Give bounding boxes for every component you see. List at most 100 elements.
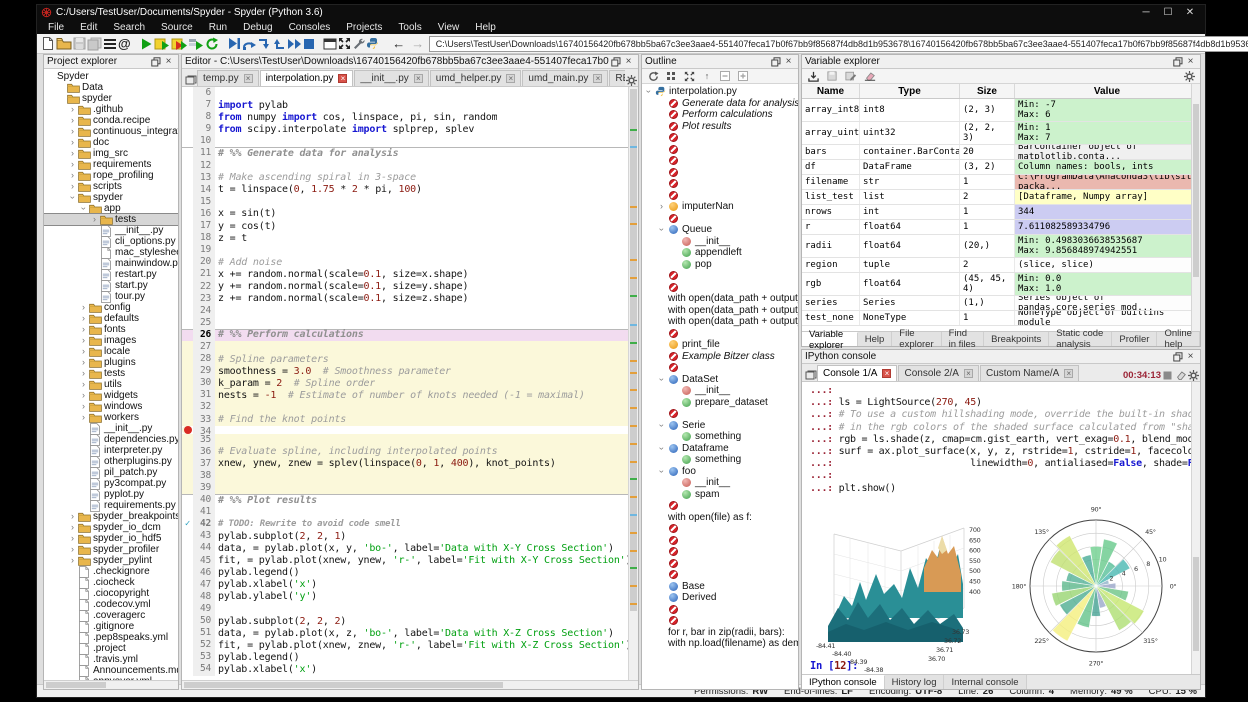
forward-icon[interactable]: →	[410, 36, 426, 51]
fullscreen-icon[interactable]	[682, 70, 696, 82]
outline-item-with-open-data-path-output-file-n[interactable]: with open(data_path + output_file_n...	[642, 316, 798, 328]
code-line[interactable]: 35	[182, 434, 638, 446]
save-data-icon[interactable]	[825, 70, 839, 82]
code-line[interactable]: 38	[182, 470, 638, 482]
outline-item-something[interactable]: something	[642, 431, 798, 443]
outline-item-cell[interactable]	[642, 362, 798, 374]
tree-item-plugins[interactable]: ›plugins	[44, 357, 178, 368]
interrupt-kernel-icon[interactable]	[1161, 369, 1174, 381]
code-line[interactable]: 44data, = pylab.plot(x, y, 'bo-', label=…	[182, 542, 638, 554]
outline-item-spam[interactable]: spam	[642, 489, 798, 501]
editor-tab-umd-helper-py[interactable]: umd_helper.py×	[430, 70, 522, 86]
undock-icon[interactable]	[769, 56, 782, 68]
tree-item-spyder-io-hdf5[interactable]: ›spyder_io_hdf5	[44, 533, 178, 544]
tree-item-rope-profiling[interactable]: ›rope_profiling	[44, 170, 178, 181]
expand-all-icon[interactable]	[736, 70, 750, 82]
tree-item-gitignore[interactable]: .gitignore	[44, 621, 178, 632]
outline-item-dataset[interactable]: ›DataSet	[642, 374, 798, 386]
expander-icon[interactable]: ›	[79, 314, 88, 323]
console-scrollbar[interactable]	[1191, 382, 1200, 674]
close-tab-icon[interactable]: ×	[506, 74, 515, 83]
code-line[interactable]: 49	[182, 603, 638, 615]
expander-icon[interactable]: ›	[68, 556, 77, 565]
outline-item-with-open-data-path-output-file-n[interactable]: with open(data_path + output_file_n...	[642, 293, 798, 305]
expander-icon[interactable]: ›	[68, 534, 77, 543]
expander-icon[interactable]: ›	[68, 545, 77, 554]
step-over-button[interactable]	[242, 35, 256, 53]
code-line[interactable]: 50pylab.subplot(2, 2, 2)	[182, 615, 638, 627]
run-cell-button[interactable]	[154, 35, 170, 53]
column-header-value[interactable]: Value	[1015, 84, 1200, 98]
minimize-icon[interactable]: ─	[1135, 6, 1157, 19]
import-data-icon[interactable]	[806, 70, 820, 82]
maximize-icon[interactable]: ☐	[1157, 6, 1179, 19]
expander-icon[interactable]: ›	[657, 467, 666, 476]
open-file-button[interactable]	[56, 35, 72, 53]
outline-item-cell[interactable]	[642, 213, 798, 225]
outline-item-init[interactable]: __init__	[642, 477, 798, 489]
editor-options-gear-icon[interactable]	[625, 74, 638, 86]
console-tab-console-1-a[interactable]: Console 1/A×	[817, 365, 897, 381]
pane-tab-file-explorer[interactable]: File explorer	[892, 332, 941, 346]
tree-item-start-py[interactable]: start.py	[44, 280, 178, 291]
code-line[interactable]: 28# Spline parameters	[182, 353, 638, 365]
outline-item-pop[interactable]: pop	[642, 259, 798, 271]
tree-item-init-py[interactable]: __init__.py	[44, 423, 178, 434]
code-line[interactable]: 31nests = -1 # Estimate of number of kno…	[182, 389, 638, 401]
outline-item-cell[interactable]	[642, 178, 798, 190]
outline-item-cell[interactable]	[642, 132, 798, 144]
code-line[interactable]: 25	[182, 317, 638, 329]
code-line[interactable]: 51data, = pylab.plot(x, z, 'bo-', label=…	[182, 627, 638, 639]
menu-projects[interactable]: Projects	[339, 21, 389, 34]
undock-icon[interactable]	[609, 56, 622, 68]
console-tab-console-2-a[interactable]: Console 2/A×	[898, 365, 978, 381]
expander-icon[interactable]: ›	[79, 402, 88, 411]
tree-item-dependencies-py[interactable]: dependencies.py	[44, 434, 178, 445]
close-panel-icon[interactable]: ×	[622, 56, 635, 68]
tree-item-img-src[interactable]: ›img_src	[44, 148, 178, 159]
table-row-list-test[interactable]: list_testlist2[Dataframe, Numpy array]	[802, 190, 1200, 205]
tree-item-spyder[interactable]: spyder	[44, 93, 178, 104]
editor-tab-umd-main-py[interactable]: umd_main.py×	[522, 70, 608, 86]
expander-icon[interactable]: ›	[68, 193, 77, 202]
console-pane-tab-internal-console[interactable]: Internal console	[944, 675, 1026, 689]
pane-tab-online-help[interactable]: Online help	[1157, 332, 1200, 346]
undock-icon[interactable]	[149, 56, 162, 68]
tree-item-otherplugins-py[interactable]: otherplugins.py	[44, 456, 178, 467]
outline-item-with-np-load-filename-as-dem[interactable]: with np.load(filename) as dem:	[642, 638, 798, 650]
tree-item-requirements[interactable]: ›requirements	[44, 159, 178, 170]
code-line[interactable]: 26# %% Perform calculations	[182, 329, 638, 341]
run-button[interactable]	[139, 35, 153, 53]
tree-item-defaults[interactable]: ›defaults	[44, 313, 178, 324]
code-line[interactable]: 12	[182, 160, 638, 172]
code-line[interactable]: ✓42# TODO: Rewrite to avoid code smell	[182, 518, 638, 530]
tree-item-restart-py[interactable]: restart.py	[44, 269, 178, 280]
tree-item-spyder[interactable]: ›spyder	[44, 192, 178, 203]
new-file-button[interactable]	[41, 35, 55, 53]
expander-icon[interactable]: ›	[68, 127, 77, 136]
tree-item-windows[interactable]: ›windows	[44, 401, 178, 412]
outline-item-cell[interactable]	[642, 282, 798, 294]
tree-item-pil-patch-py[interactable]: pil_patch.py	[44, 467, 178, 478]
tree-item-images[interactable]: ›images	[44, 335, 178, 346]
code-line[interactable]: 53pylab.legend()	[182, 651, 638, 663]
pane-tab-variable-explorer[interactable]: Variable explorer	[802, 332, 858, 346]
code-line[interactable]: 22y += random.normal(scale=0.1, size=y.s…	[182, 281, 638, 293]
rerun-cell-button[interactable]	[205, 35, 219, 53]
code-line[interactable]: 45fit, = pylab.plot(xnew, ynew, 'r-', la…	[182, 555, 638, 567]
close-tab-icon[interactable]: ×	[882, 369, 891, 378]
outline-item-with-open-data-path-output-file-n[interactable]: with open(data_path + output_file_n...	[642, 305, 798, 317]
code-line[interactable]: 52fit, = pylab.plot(xnew, znew, 'r-', la…	[182, 639, 638, 651]
outline-item-cell[interactable]	[642, 408, 798, 420]
expander-icon[interactable]: ›	[68, 512, 77, 521]
outline-item-cell[interactable]	[642, 167, 798, 179]
menu-view[interactable]: View	[431, 21, 467, 34]
step-into-button[interactable]	[257, 35, 271, 53]
close-panel-icon[interactable]: ×	[162, 56, 175, 68]
expander-icon[interactable]: ›	[79, 303, 88, 312]
close-tab-icon[interactable]: ×	[414, 74, 423, 83]
code-line[interactable]: 27	[182, 341, 638, 353]
close-panel-icon[interactable]: ×	[1184, 56, 1197, 68]
table-row-r[interactable]: rfloat6417.611082589334796	[802, 220, 1200, 235]
table-row-test-none[interactable]: test_noneNoneType1NoneType object of bui…	[802, 311, 1200, 326]
